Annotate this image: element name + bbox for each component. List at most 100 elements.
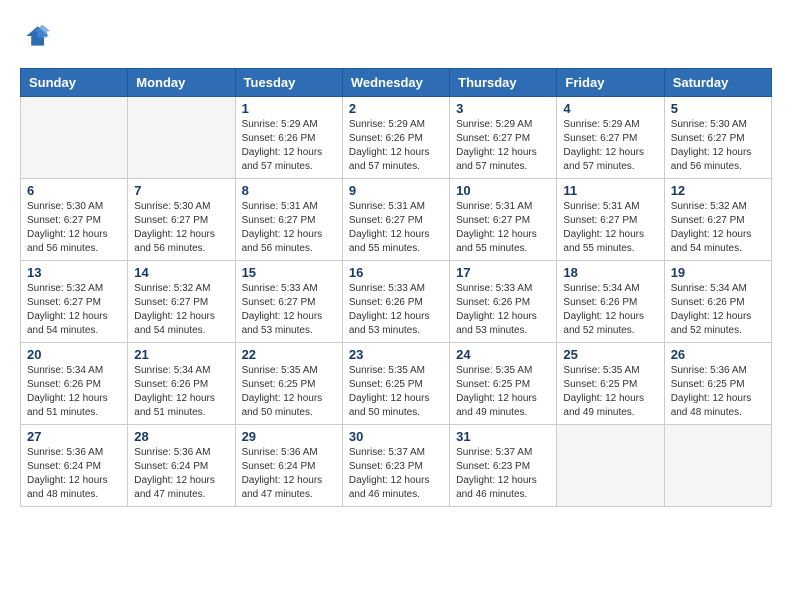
col-header-thursday: Thursday bbox=[450, 69, 557, 97]
calendar-cell: 27Sunrise: 5:36 AMSunset: 6:24 PMDayligh… bbox=[21, 425, 128, 507]
col-header-monday: Monday bbox=[128, 69, 235, 97]
cell-info: Sunrise: 5:30 AMSunset: 6:27 PMDaylight:… bbox=[671, 118, 765, 174]
day-number: 17 bbox=[456, 265, 550, 280]
cell-info: Sunrise: 5:36 AMSunset: 6:25 PMDaylight:… bbox=[671, 364, 765, 420]
day-number: 4 bbox=[563, 101, 657, 116]
cell-info: Sunrise: 5:35 AMSunset: 6:25 PMDaylight:… bbox=[349, 364, 443, 420]
calendar-cell bbox=[128, 97, 235, 179]
calendar-cell: 18Sunrise: 5:34 AMSunset: 6:26 PMDayligh… bbox=[557, 261, 664, 343]
cell-info: Sunrise: 5:33 AMSunset: 6:27 PMDaylight:… bbox=[242, 282, 336, 338]
col-header-sunday: Sunday bbox=[21, 69, 128, 97]
calendar-cell: 14 Sunrise: 5:32 AMSunset: 6:27 PMDayligh… bbox=[128, 261, 235, 343]
calendar-cell: 5 Sunrise: 5:30 AMSunset: 6:27 PMDaylight… bbox=[664, 97, 771, 179]
calendar-cell: 13 Sunrise: 5:32 AMSunset: 6:27 PMDayligh… bbox=[21, 261, 128, 343]
calendar-cell: 4 Sunrise: 5:29 AMSunset: 6:27 PMDaylight… bbox=[557, 97, 664, 179]
day-number: 13 bbox=[27, 265, 121, 280]
logo bbox=[20, 20, 56, 52]
calendar-cell: 24 Sunrise: 5:35 AMSunset: 6:25 PMDayligh… bbox=[450, 343, 557, 425]
calendar-cell: 10Sunrise: 5:31 AMSunset: 6:27 PMDayligh… bbox=[450, 179, 557, 261]
calendar-week-row: 13 Sunrise: 5:32 AMSunset: 6:27 PMDayligh… bbox=[21, 261, 772, 343]
day-number: 9 bbox=[349, 183, 443, 198]
calendar-cell bbox=[664, 425, 771, 507]
day-number: 22 bbox=[242, 347, 336, 362]
day-number: 25 bbox=[563, 347, 657, 362]
cell-info: Sunrise: 5:30 AMSunset: 6:27 PMDaylight:… bbox=[134, 200, 228, 256]
calendar-cell: 31 Sunrise: 5:37 AMSunset: 6:23 PMDayligh… bbox=[450, 425, 557, 507]
calendar-cell: 8 Sunrise: 5:31 AMSunset: 6:27 PMDaylight… bbox=[235, 179, 342, 261]
col-header-friday: Friday bbox=[557, 69, 664, 97]
cell-info: Sunrise: 5:29 AMSunset: 6:27 PMDaylight:… bbox=[563, 118, 657, 174]
cell-info: Sunrise: 5:34 AMSunset: 6:26 PMDaylight:… bbox=[134, 364, 228, 420]
calendar-week-row: 1 Sunrise: 5:29 AMSunset: 6:26 PMDaylight… bbox=[21, 97, 772, 179]
day-number: 20 bbox=[27, 347, 121, 362]
cell-info: Sunrise: 5:30 AMSunset: 6:27 PMDaylight:… bbox=[27, 200, 121, 256]
day-number: 28 bbox=[134, 429, 228, 444]
day-number: 5 bbox=[671, 101, 765, 116]
day-number: 10 bbox=[456, 183, 550, 198]
cell-info: Sunrise: 5:29 AMSunset: 6:26 PMDaylight:… bbox=[349, 118, 443, 174]
day-number: 19 bbox=[671, 265, 765, 280]
calendar-week-row: 6 Sunrise: 5:30 AMSunset: 6:27 PMDaylight… bbox=[21, 179, 772, 261]
day-number: 12 bbox=[671, 183, 765, 198]
col-header-wednesday: Wednesday bbox=[342, 69, 449, 97]
calendar-cell: 16Sunrise: 5:33 AMSunset: 6:26 PMDayligh… bbox=[342, 261, 449, 343]
cell-info: Sunrise: 5:31 AMSunset: 6:27 PMDaylight:… bbox=[349, 200, 443, 256]
day-number: 30 bbox=[349, 429, 443, 444]
calendar-cell bbox=[557, 425, 664, 507]
calendar-header-row: SundayMondayTuesdayWednesdayThursdayFrid… bbox=[21, 69, 772, 97]
page-header bbox=[20, 20, 772, 52]
logo-icon bbox=[20, 20, 52, 52]
cell-info: Sunrise: 5:34 AMSunset: 6:26 PMDaylight:… bbox=[27, 364, 121, 420]
calendar-cell: 15 Sunrise: 5:33 AMSunset: 6:27 PMDayligh… bbox=[235, 261, 342, 343]
calendar-cell: 1 Sunrise: 5:29 AMSunset: 6:26 PMDaylight… bbox=[235, 97, 342, 179]
calendar-cell: 3Sunrise: 5:29 AMSunset: 6:27 PMDaylight… bbox=[450, 97, 557, 179]
cell-info: Sunrise: 5:32 AMSunset: 6:27 PMDaylight:… bbox=[134, 282, 228, 338]
day-number: 23 bbox=[349, 347, 443, 362]
calendar-cell: 12 Sunrise: 5:32 AMSunset: 6:27 PMDayligh… bbox=[664, 179, 771, 261]
calendar-week-row: 20 Sunrise: 5:34 AMSunset: 6:26 PMDayligh… bbox=[21, 343, 772, 425]
col-header-saturday: Saturday bbox=[664, 69, 771, 97]
cell-info: Sunrise: 5:37 AMSunset: 6:23 PMDaylight:… bbox=[349, 446, 443, 502]
calendar-cell: 19Sunrise: 5:34 AMSunset: 6:26 PMDayligh… bbox=[664, 261, 771, 343]
day-number: 16 bbox=[349, 265, 443, 280]
calendar-cell bbox=[21, 97, 128, 179]
day-number: 8 bbox=[242, 183, 336, 198]
day-number: 15 bbox=[242, 265, 336, 280]
day-number: 18 bbox=[563, 265, 657, 280]
calendar-cell: 26Sunrise: 5:36 AMSunset: 6:25 PMDayligh… bbox=[664, 343, 771, 425]
calendar-cell: 25 Sunrise: 5:35 AMSunset: 6:25 PMDayligh… bbox=[557, 343, 664, 425]
calendar-cell: 22 Sunrise: 5:35 AMSunset: 6:25 PMDayligh… bbox=[235, 343, 342, 425]
calendar-cell: 9 Sunrise: 5:31 AMSunset: 6:27 PMDaylight… bbox=[342, 179, 449, 261]
cell-info: Sunrise: 5:32 AMSunset: 6:27 PMDaylight:… bbox=[671, 200, 765, 256]
cell-info: Sunrise: 5:36 AMSunset: 6:24 PMDaylight:… bbox=[242, 446, 336, 502]
day-number: 29 bbox=[242, 429, 336, 444]
cell-info: Sunrise: 5:29 AMSunset: 6:26 PMDaylight:… bbox=[242, 118, 336, 174]
day-number: 14 bbox=[134, 265, 228, 280]
cell-info: Sunrise: 5:37 AMSunset: 6:23 PMDaylight:… bbox=[456, 446, 550, 502]
calendar-cell: 2Sunrise: 5:29 AMSunset: 6:26 PMDaylight… bbox=[342, 97, 449, 179]
calendar-cell: 21 Sunrise: 5:34 AMSunset: 6:26 PMDayligh… bbox=[128, 343, 235, 425]
cell-info: Sunrise: 5:33 AMSunset: 6:26 PMDaylight:… bbox=[456, 282, 550, 338]
cell-info: Sunrise: 5:32 AMSunset: 6:27 PMDaylight:… bbox=[27, 282, 121, 338]
calendar-cell: 28 Sunrise: 5:36 AMSunset: 6:24 PMDayligh… bbox=[128, 425, 235, 507]
cell-info: Sunrise: 5:35 AMSunset: 6:25 PMDaylight:… bbox=[456, 364, 550, 420]
calendar-cell: 20 Sunrise: 5:34 AMSunset: 6:26 PMDayligh… bbox=[21, 343, 128, 425]
day-number: 21 bbox=[134, 347, 228, 362]
day-number: 1 bbox=[242, 101, 336, 116]
cell-info: Sunrise: 5:31 AMSunset: 6:27 PMDaylight:… bbox=[563, 200, 657, 256]
day-number: 24 bbox=[456, 347, 550, 362]
cell-info: Sunrise: 5:31 AMSunset: 6:27 PMDaylight:… bbox=[242, 200, 336, 256]
cell-info: Sunrise: 5:35 AMSunset: 6:25 PMDaylight:… bbox=[242, 364, 336, 420]
day-number: 7 bbox=[134, 183, 228, 198]
day-number: 27 bbox=[27, 429, 121, 444]
cell-info: Sunrise: 5:35 AMSunset: 6:25 PMDaylight:… bbox=[563, 364, 657, 420]
day-number: 6 bbox=[27, 183, 121, 198]
col-header-tuesday: Tuesday bbox=[235, 69, 342, 97]
cell-info: Sunrise: 5:36 AMSunset: 6:24 PMDaylight:… bbox=[134, 446, 228, 502]
day-number: 3 bbox=[456, 101, 550, 116]
calendar-cell: 30 Sunrise: 5:37 AMSunset: 6:23 PMDayligh… bbox=[342, 425, 449, 507]
day-number: 31 bbox=[456, 429, 550, 444]
calendar-cell: 29 Sunrise: 5:36 AMSunset: 6:24 PMDayligh… bbox=[235, 425, 342, 507]
calendar-cell: 11 Sunrise: 5:31 AMSunset: 6:27 PMDayligh… bbox=[557, 179, 664, 261]
day-number: 11 bbox=[563, 183, 657, 198]
